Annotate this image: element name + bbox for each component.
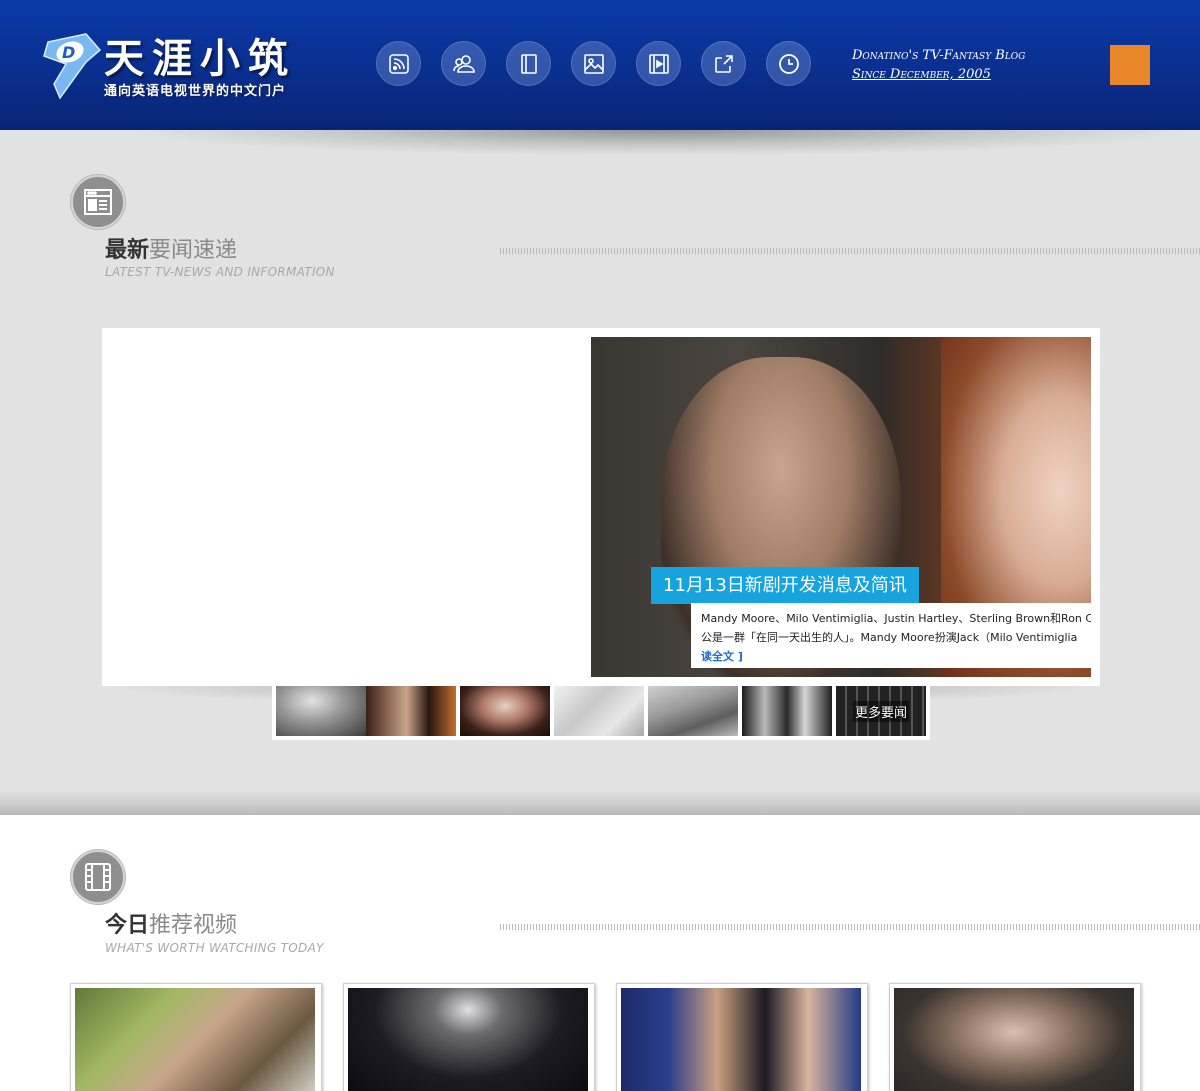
read-more-link[interactable]: 读全文 ] <box>701 650 743 663</box>
news-thumbnail[interactable] <box>554 686 644 736</box>
news-section-icon <box>71 175 125 229</box>
video-title-bold: 今日 <box>105 913 150 938</box>
video-thumbnail <box>894 988 1134 1091</box>
share-button[interactable] <box>701 41 746 86</box>
logo-mark-icon[interactable]: D <box>40 26 108 100</box>
share-icon <box>714 54 733 73</box>
rss-button[interactable] <box>376 41 421 86</box>
site-header: D 天涯小筑 通向英语电视世界的中文门户 Donatino's TV-Fanta… <box>0 0 1200 130</box>
news-title-bold: 最新 <box>105 238 150 263</box>
users-button[interactable] <box>441 41 486 86</box>
book-icon <box>520 53 537 74</box>
news-title-light: 要闻速递 <box>149 238 238 263</box>
film-strip-icon <box>85 863 111 891</box>
news-section-subtitle: LATEST TV-NEWS AND INFORMATION <box>105 265 335 279</box>
menu-toggle-button[interactable] <box>1110 45 1150 85</box>
news-thumbnail[interactable] <box>276 686 366 736</box>
news-thumbnail[interactable] <box>648 686 738 736</box>
header-shadow <box>120 130 1200 156</box>
video-thumbnail <box>75 988 315 1091</box>
more-news-label: 更多要闻 <box>852 700 909 722</box>
video-thumbnail <box>621 988 861 1091</box>
video-card[interactable] <box>889 983 1141 1091</box>
image-button[interactable] <box>571 41 616 86</box>
news-thumbnail[interactable] <box>460 686 550 736</box>
video-card[interactable] <box>343 983 595 1091</box>
video-card[interactable] <box>70 983 322 1091</box>
video-thumbnail <box>348 988 588 1091</box>
site-subtitle: 通向英语电视世界的中文门户 <box>104 84 287 99</box>
film-button[interactable] <box>636 41 681 86</box>
video-card[interactable] <box>616 983 868 1091</box>
rss-icon <box>388 53 409 74</box>
section-separator <box>0 790 1200 815</box>
users-icon <box>452 54 475 73</box>
video-section-title: 今日推荐视频 <box>105 907 237 939</box>
site-title[interactable]: 天涯小筑 <box>104 26 296 84</box>
tagline-line1: Donatino's TV-Fantasy Blog <box>852 48 1026 63</box>
video-divider <box>500 924 1200 930</box>
slide-caption-line2: 公是一群「在同一天出生的人」。Mandy Moore扮演Jack（Milo Ve… <box>701 631 1078 644</box>
slide-caption-line1: Mandy Moore、Milo Ventimiglia、Justin Hart… <box>701 612 1091 625</box>
clock-icon <box>778 53 799 74</box>
blog-tagline: Donatino's TV-Fantasy Blog Since Decembe… <box>852 46 1025 84</box>
news-thumbnail[interactable] <box>366 686 456 736</box>
news-section-title: 最新要闻速递 <box>105 232 237 264</box>
slide-caption-body: Mandy Moore、Milo Ventimiglia、Justin Hart… <box>691 603 1091 668</box>
news-thumbnail[interactable] <box>742 686 832 736</box>
more-news-button[interactable]: 更多要闻 <box>836 686 926 736</box>
svg-text:D: D <box>62 43 75 62</box>
video-section-icon <box>71 850 125 904</box>
book-button[interactable] <box>506 41 551 86</box>
video-section-subtitle: WHAT'S WORTH WATCHING TODAY <box>105 941 324 955</box>
tagline-line2[interactable]: Since December, 2005 <box>852 65 1025 84</box>
image-icon <box>583 53 604 74</box>
slide-caption-title[interactable]: 11月13日新剧开发消息及简讯 <box>651 567 919 604</box>
newspaper-icon <box>84 189 112 215</box>
news-divider <box>500 248 1200 254</box>
video-title-light: 推荐视频 <box>149 913 238 938</box>
thumbnail-strip: 更多要闻 <box>272 686 930 740</box>
film-icon <box>648 53 669 74</box>
clock-button[interactable] <box>766 41 811 86</box>
